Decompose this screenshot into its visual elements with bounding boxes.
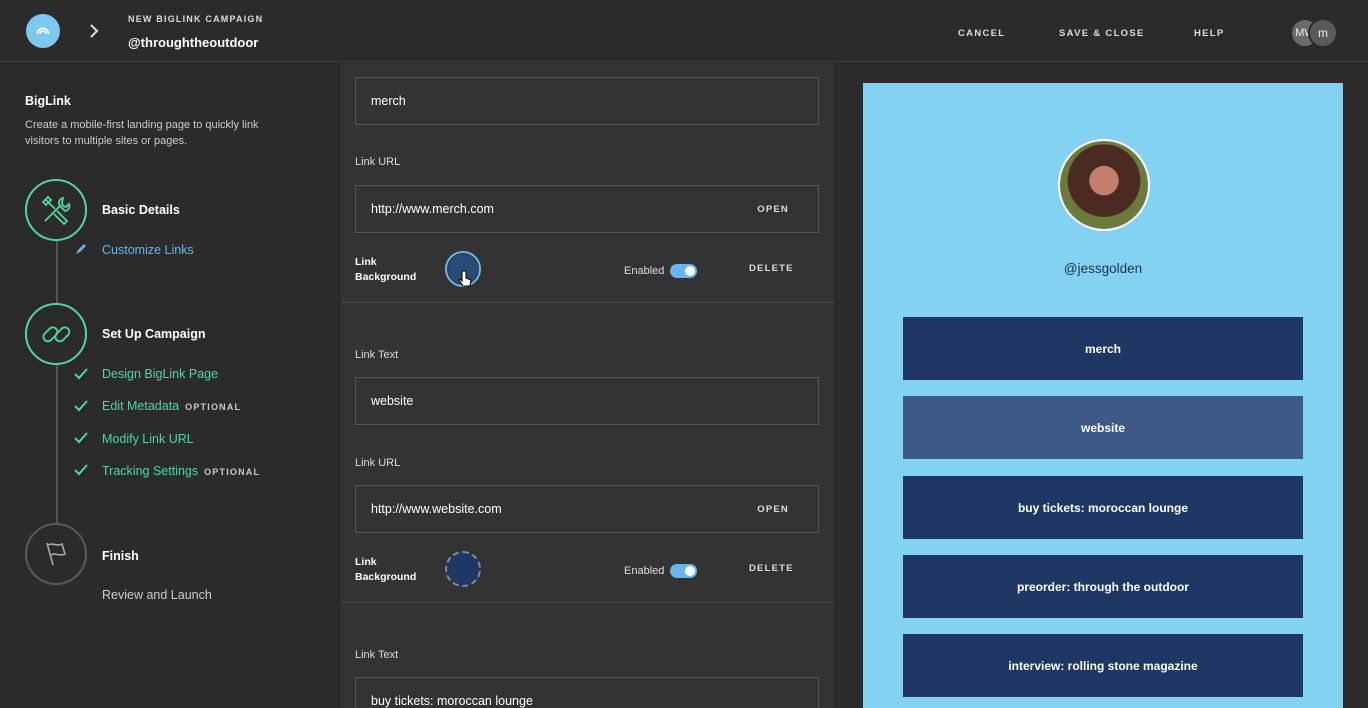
- link-url-input[interactable]: http://www.website.com OPEN: [355, 485, 819, 533]
- steps-sidebar: BigLink Create a mobile-first landing pa…: [0, 63, 341, 708]
- input-value: buy tickets: moroccan lounge: [371, 694, 533, 708]
- tools-icon: [41, 195, 71, 226]
- sidebar-title: BigLink: [25, 94, 71, 108]
- sidebar-item-label: Design BigLink Page: [102, 367, 219, 381]
- flag-icon: [46, 542, 66, 566]
- delete-link-button[interactable]: DELETE: [749, 263, 794, 274]
- delete-link-button[interactable]: DELETE: [749, 563, 794, 574]
- link-url-input[interactable]: http://www.merch.com OPEN: [355, 185, 819, 233]
- link-url-label: Link URL: [355, 156, 401, 168]
- sidebar-item-label: Edit Metadata: [102, 399, 180, 413]
- link-background-label: Link Background: [355, 555, 416, 585]
- label-line: Link: [355, 556, 377, 568]
- preview-link-button[interactable]: website: [903, 396, 1303, 459]
- enabled-label: Enabled: [624, 265, 665, 277]
- divider: [341, 302, 834, 303]
- input-value: http://www.merch.com: [371, 202, 494, 216]
- checkmark-icon: [74, 464, 88, 476]
- optional-tag: OPTIONAL: [204, 467, 261, 477]
- step-title-basic-details[interactable]: Basic Details: [102, 203, 180, 217]
- input-value: merch: [371, 94, 406, 108]
- link-editor: merch Link URL http://www.merch.com OPEN …: [341, 63, 834, 708]
- sidebar-item-label: Tracking Settings: [102, 464, 199, 478]
- step-finish-circle[interactable]: [25, 523, 87, 585]
- link-text-label: Link Text: [355, 349, 399, 361]
- sidebar-item-label: Modify Link URL: [102, 432, 194, 446]
- sidebar-description: Create a mobile-first landing page to qu…: [25, 119, 259, 147]
- sidebar-item-tracking-settings[interactable]: Tracking Settings OPTIONAL: [102, 464, 260, 478]
- step-title-finish[interactable]: Finish: [102, 549, 139, 563]
- signal-icon: [36, 27, 50, 34]
- label-line: Background: [355, 271, 417, 283]
- pencil-icon: [76, 244, 86, 254]
- app-logo-icon[interactable]: [26, 14, 60, 48]
- preview-link-button[interactable]: preorder: through the outdoor: [903, 555, 1303, 618]
- avatar[interactable]: m: [1308, 18, 1338, 48]
- label-line: Background: [355, 571, 417, 583]
- open-link-button[interactable]: OPEN: [757, 204, 789, 215]
- link-text-input[interactable]: buy tickets: moroccan lounge: [355, 677, 819, 708]
- divider: [341, 602, 834, 603]
- input-value: http://www.website.com: [371, 502, 502, 516]
- link-text-input[interactable]: merch: [355, 77, 819, 125]
- hand-cursor-icon: [458, 270, 472, 287]
- step-connector: [56, 363, 58, 523]
- campaign-name: @throughtheoutdoor: [128, 35, 259, 50]
- label-line: Link: [355, 256, 377, 268]
- chevron-right-icon[interactable]: [86, 22, 102, 40]
- input-value: website: [371, 394, 414, 408]
- enabled-toggle[interactable]: [670, 264, 697, 278]
- link-icon: [42, 326, 71, 343]
- campaign-type-label: NEW BIGLINK CAMPAIGN: [128, 14, 264, 24]
- save-close-button[interactable]: SAVE & CLOSE: [1059, 28, 1145, 39]
- step-basic-details-circle[interactable]: [25, 179, 87, 241]
- cancel-button[interactable]: CANCEL: [958, 28, 1005, 39]
- link-text-label: Link Text: [355, 649, 399, 661]
- sidebar-item-edit-metadata[interactable]: Edit Metadata OPTIONAL: [102, 399, 241, 413]
- step-title-setup-campaign[interactable]: Set Up Campaign: [102, 327, 206, 341]
- enabled-label: Enabled: [624, 565, 665, 577]
- biglink-preview: @jessgolden merch website buy tickets: m…: [863, 83, 1343, 708]
- profile-handle: @jessgolden: [1063, 261, 1143, 276]
- sidebar-item-review-launch[interactable]: Review and Launch: [102, 588, 212, 602]
- sidebar-item-customize-links[interactable]: Customize Links: [102, 243, 194, 257]
- preview-link-button[interactable]: buy tickets: moroccan lounge: [903, 476, 1303, 539]
- link-text-input[interactable]: website: [355, 377, 819, 425]
- help-button[interactable]: HELP: [1194, 28, 1225, 39]
- top-bar: NEW BIGLINK CAMPAIGN @throughtheoutdoor …: [0, 0, 1368, 62]
- step-connector: [56, 239, 58, 303]
- profile-photo: [1058, 139, 1150, 231]
- checkmark-icon: [74, 368, 88, 380]
- open-link-button[interactable]: OPEN: [757, 504, 789, 515]
- optional-tag: OPTIONAL: [185, 402, 242, 412]
- checkmark-icon: [74, 432, 88, 444]
- link-background-label: Link Background: [355, 255, 416, 285]
- preview-link-button[interactable]: merch: [903, 317, 1303, 380]
- checkmark-icon: [74, 400, 88, 412]
- enabled-toggle[interactable]: [670, 564, 697, 578]
- sidebar-item-modify-link-url[interactable]: Modify Link URL: [102, 432, 194, 446]
- step-setup-campaign-circle[interactable]: [25, 303, 87, 365]
- link-background-swatch[interactable]: [445, 551, 481, 587]
- collaborator-avatars: MW m: [1290, 18, 1340, 48]
- preview-link-button[interactable]: interview: rolling stone magazine: [903, 634, 1303, 697]
- sidebar-item-design-biglink-page[interactable]: Design BigLink Page: [102, 367, 218, 381]
- link-url-label: Link URL: [355, 457, 401, 469]
